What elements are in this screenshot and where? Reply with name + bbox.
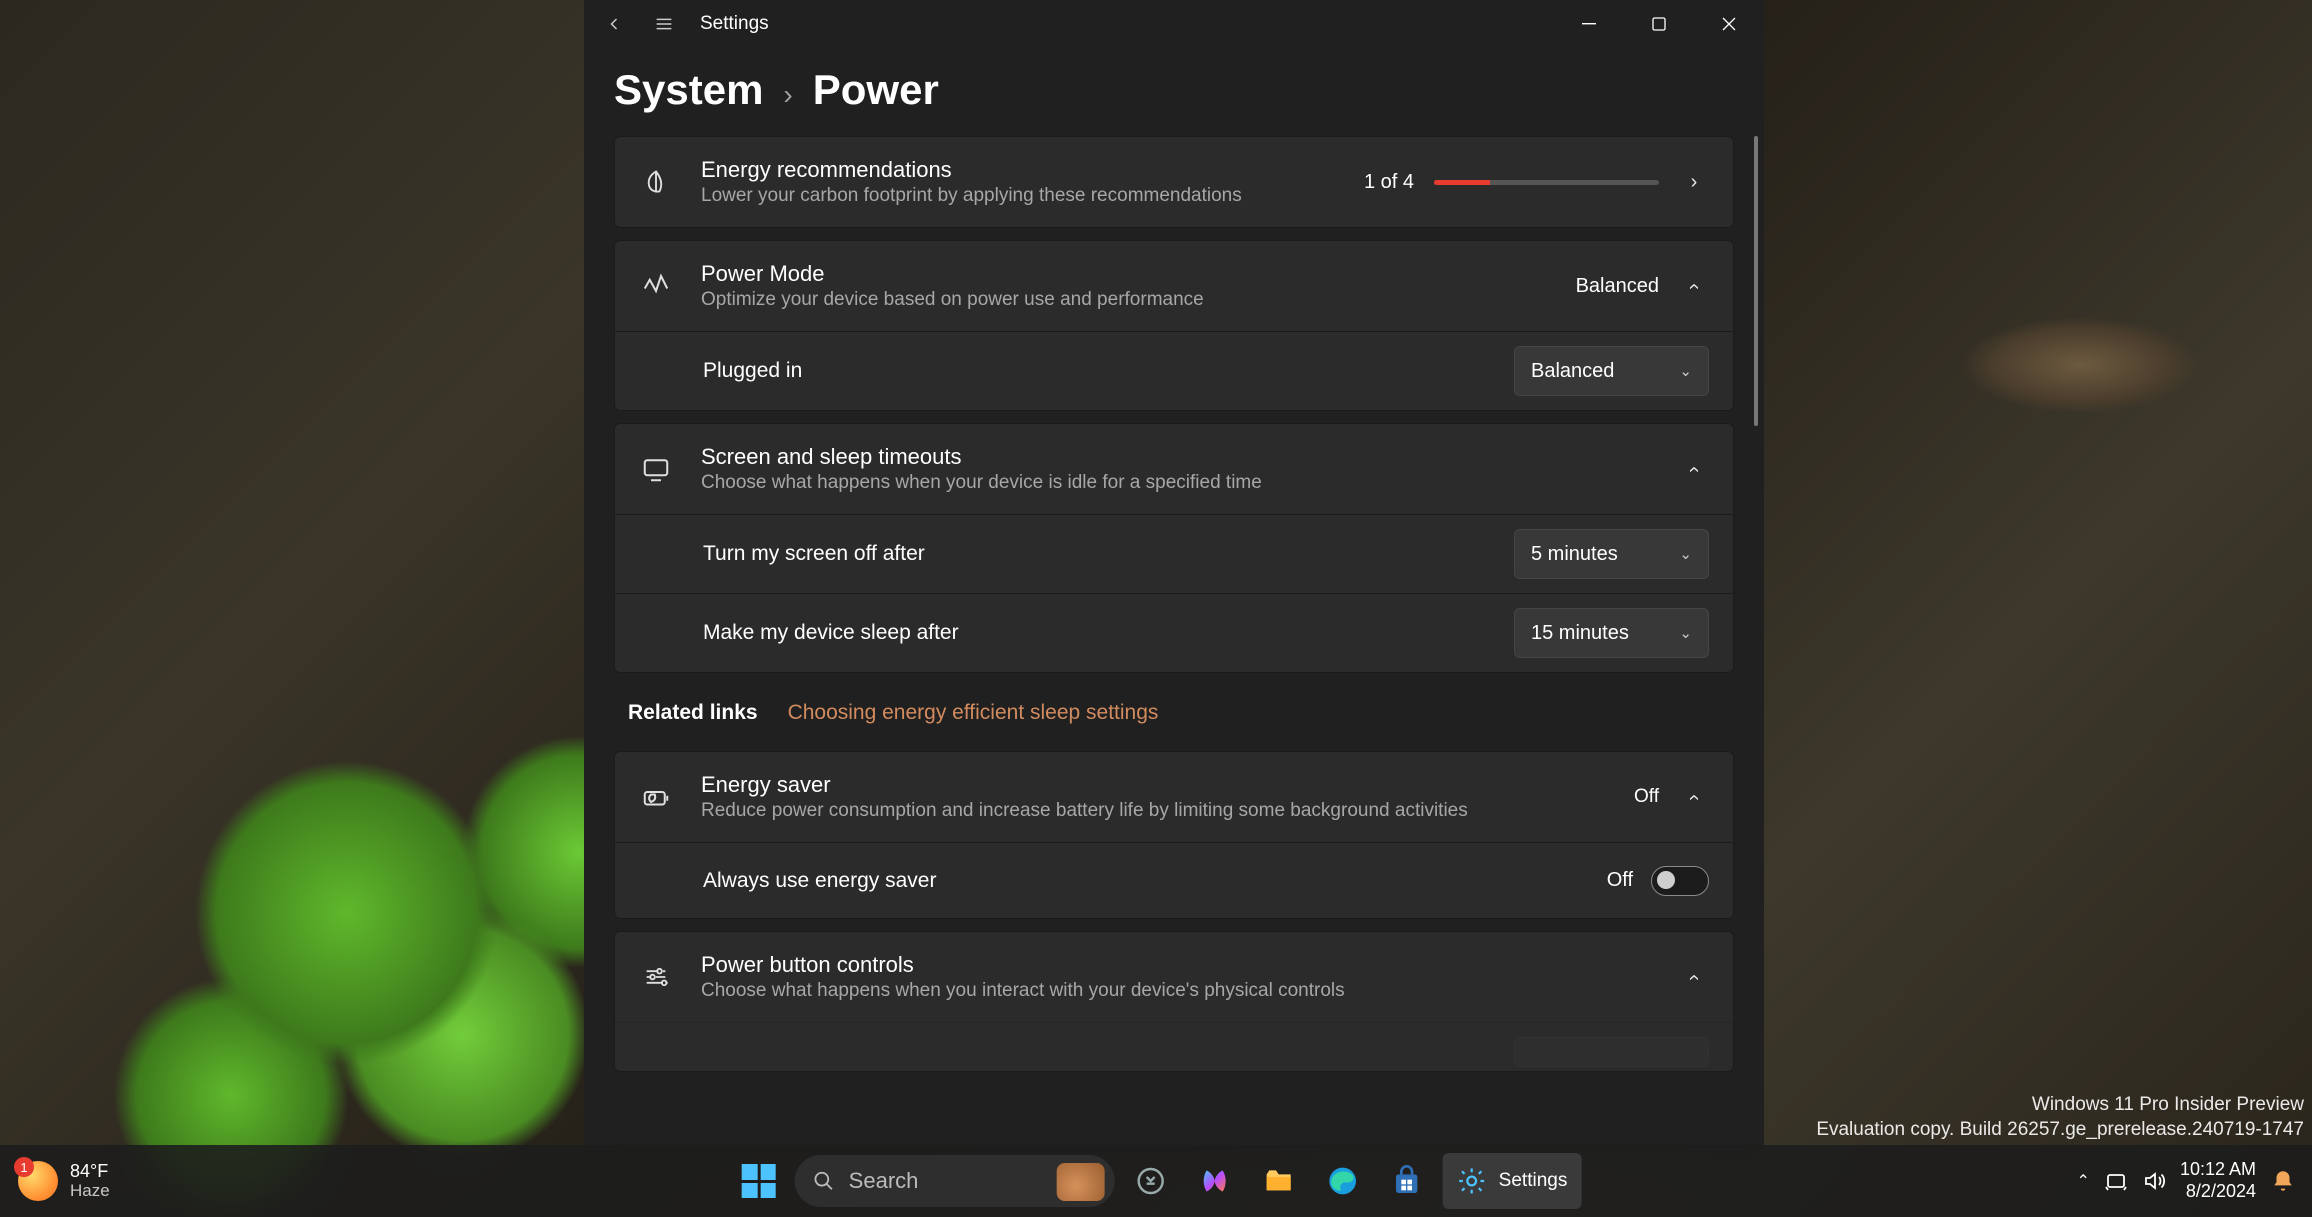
card-subtitle: Optimize your device based on power use … [701,289,1576,311]
titlebar: Settings [584,0,1764,48]
card-subtitle: Choose what happens when your device is … [701,472,1679,494]
taskbar-icon-widgets[interactable] [1123,1153,1179,1209]
card-subtitle: Reduce power consumption and increase ba… [701,800,1634,822]
plugged-in-row: Plugged in Balanced ⌄ [615,331,1733,410]
weather-notification-badge: 1 [14,1157,34,1177]
back-button[interactable] [594,4,634,44]
breadcrumb-current: Power [813,66,939,114]
screen-off-dropdown[interactable]: 5 minutes ⌄ [1514,529,1709,579]
card-title: Power Mode [701,261,1576,287]
controls-icon [639,963,673,991]
card-title: Energy saver [701,772,1634,798]
tray-overflow-icon[interactable]: ⌃ [2077,1171,2090,1191]
card-title: Screen and sleep timeouts [701,444,1679,470]
weather-icon: 1 [18,1161,58,1201]
screen-off-row: Turn my screen off after 5 minutes ⌄ [615,514,1733,593]
leaf-icon [639,168,673,196]
chevron-down-icon: ⌄ [1679,362,1692,380]
scrollbar-thumb[interactable] [1754,136,1758,426]
chevron-right-icon: › [783,79,792,111]
close-icon [1722,17,1736,31]
related-links-label: Related links [628,701,758,725]
minimize-button[interactable] [1554,4,1624,44]
chevron-up-icon: › [1677,782,1712,812]
network-icon[interactable] [2104,1169,2128,1193]
always-energy-saver-label: Always use energy saver [703,869,1607,893]
maximize-icon [1652,17,1666,31]
content-area: Energy recommendations Lower your carbon… [584,136,1764,1153]
screen-sleep-card: Screen and sleep timeouts Choose what ha… [614,423,1734,673]
breadcrumb-parent[interactable]: System [614,66,763,114]
chevron-up-icon: › [1677,454,1712,484]
plugged-in-dropdown[interactable]: Balanced ⌄ [1514,346,1709,396]
battery-leaf-icon [639,782,673,812]
taskbar-icon-explorer[interactable] [1251,1153,1307,1209]
chevron-up-icon: › [1677,271,1712,301]
energy-saver-header[interactable]: Energy saver Reduce power consumption an… [615,752,1733,842]
related-links-section: Related links Choosing energy efficient … [614,679,1734,751]
always-energy-saver-row: Always use energy saver Off [615,842,1733,918]
weather-text: 84°F Haze [70,1162,110,1200]
sleep-after-dropdown[interactable]: 15 minutes ⌄ [1514,608,1709,658]
truncated-dropdown[interactable] [1514,1037,1709,1067]
energy-saver-status: Off [1634,786,1659,808]
related-link-sleep-settings[interactable]: Choosing energy efficient sleep settings [788,701,1159,725]
desktop-watermark: Windows 11 Pro Insider Preview Evaluatio… [1816,1092,2304,1143]
nav-menu-button[interactable] [644,4,684,44]
start-button[interactable] [731,1153,787,1209]
volume-icon[interactable] [2142,1169,2166,1193]
hamburger-icon [653,13,675,35]
search-icon [813,1170,835,1192]
power-button-header[interactable]: Power button controls Choose what happen… [615,932,1733,1022]
chevron-up-icon: › [1677,962,1712,992]
taskbar-clock[interactable]: 10:12 AM 8/2/2024 [2180,1159,2256,1202]
card-subtitle: Choose what happens when you interact wi… [701,980,1679,1002]
taskbar: 1 84°F Haze Search [0,1145,2312,1217]
toggle-state-label: Off [1607,869,1633,892]
power-mode-value: Balanced [1576,275,1659,298]
search-placeholder: Search [849,1168,919,1194]
settings-window: Settings System › Power [584,0,1764,1153]
taskbar-icon-edge[interactable] [1315,1153,1371,1209]
card-title: Energy recommendations [701,157,1364,183]
window-title: Settings [700,13,769,35]
energy-recommendations-card[interactable]: Energy recommendations Lower your carbon… [614,136,1734,228]
plugged-in-label: Plugged in [703,359,1514,383]
screen-off-label: Turn my screen off after [703,542,1514,566]
taskbar-settings-label: Settings [1499,1170,1568,1192]
performance-icon [639,271,673,301]
chevron-down-icon: ⌄ [1679,545,1692,563]
screen-sleep-header[interactable]: Screen and sleep timeouts Choose what ha… [615,424,1733,514]
taskbar-search[interactable]: Search [795,1155,1115,1207]
sleep-after-row: Make my device sleep after 15 minutes ⌄ [615,593,1733,672]
screen-icon [639,454,673,484]
card-subtitle: Lower your carbon footprint by applying … [701,185,1364,207]
taskbar-icon-copilot[interactable] [1187,1153,1243,1209]
progress-text: 1 of 4 [1364,171,1414,194]
minimize-icon [1582,17,1596,31]
power-mode-card: Power Mode Optimize your device based on… [614,240,1734,411]
taskbar-icon-store[interactable] [1379,1153,1435,1209]
truncated-row [615,1022,1733,1071]
power-mode-header[interactable]: Power Mode Optimize your device based on… [615,241,1733,331]
arrow-left-icon [604,14,624,34]
taskbar-icon-settings[interactable]: Settings [1443,1153,1582,1209]
power-button-controls-card: Power button controls Choose what happen… [614,931,1734,1072]
gear-icon [1457,1166,1487,1196]
always-energy-saver-toggle[interactable] [1651,866,1709,896]
maximize-button[interactable] [1624,4,1694,44]
taskbar-weather-widget[interactable]: 1 84°F Haze [0,1161,110,1201]
windows-logo-icon [742,1164,776,1198]
close-button[interactable] [1694,4,1764,44]
chevron-right-icon: › [1679,165,1709,200]
card-title: Power button controls [701,952,1679,978]
energy-saver-card: Energy saver Reduce power consumption an… [614,751,1734,919]
chevron-down-icon: ⌄ [1679,624,1692,642]
sleep-after-label: Make my device sleep after [703,621,1514,645]
progress-bar [1434,180,1659,185]
notifications-icon[interactable] [2270,1168,2296,1194]
breadcrumb: System › Power [584,48,1764,136]
search-highlight-icon [1057,1163,1105,1201]
